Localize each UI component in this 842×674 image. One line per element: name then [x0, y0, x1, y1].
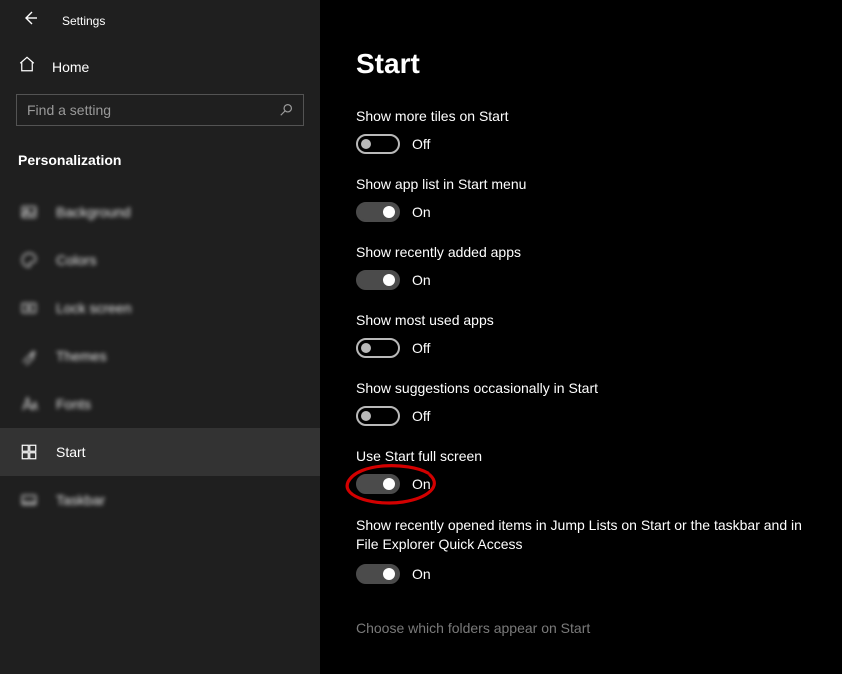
- toggle-state: On: [412, 204, 431, 220]
- toggle-state: Off: [412, 340, 430, 356]
- fonts-icon: [20, 395, 38, 413]
- toggle-recently-added[interactable]: [356, 270, 400, 290]
- search-input[interactable]: [16, 94, 304, 126]
- toggle-state: On: [412, 476, 431, 492]
- setting-label: Show suggestions occasionally in Start: [356, 380, 806, 396]
- setting-full-screen: Use Start full screen On: [356, 448, 806, 494]
- page-title: Start: [356, 48, 806, 80]
- home-label: Home: [52, 59, 89, 75]
- taskbar-icon: [20, 491, 38, 509]
- toggle-most-used[interactable]: [356, 338, 400, 358]
- setting-most-used: Show most used apps Off: [356, 312, 806, 358]
- start-icon: [20, 443, 38, 461]
- toggle-show-app-list[interactable]: [356, 202, 400, 222]
- toggle-show-more-tiles[interactable]: [356, 134, 400, 154]
- sidebar-item-taskbar[interactable]: Taskbar: [0, 476, 320, 524]
- background-icon: [20, 203, 38, 221]
- folders-link[interactable]: Choose which folders appear on Start: [356, 620, 590, 636]
- sidebar-item-label: Taskbar: [56, 492, 105, 508]
- setting-label: Show more tiles on Start: [356, 108, 806, 124]
- toggle-state: Off: [412, 136, 430, 152]
- toggle-state: Off: [412, 408, 430, 424]
- setting-label: Show recently added apps: [356, 244, 806, 260]
- toggle-full-screen[interactable]: [356, 474, 400, 494]
- setting-show-more-tiles: Show more tiles on Start Off: [356, 108, 806, 154]
- setting-label: Show most used apps: [356, 312, 806, 328]
- back-icon[interactable]: [22, 10, 38, 31]
- toggle-state: On: [412, 566, 431, 582]
- sidebar-item-themes[interactable]: Themes: [0, 332, 320, 380]
- setting-show-app-list: Show app list in Start menu On: [356, 176, 806, 222]
- sidebar-item-colors[interactable]: Colors: [0, 236, 320, 284]
- sidebar-item-label: Fonts: [56, 396, 91, 412]
- sidebar-item-label: Background: [56, 204, 131, 220]
- sidebar-item-background[interactable]: Background: [0, 188, 320, 236]
- setting-label: Use Start full screen: [356, 448, 806, 464]
- sidebar-item-lock-screen[interactable]: Lock screen: [0, 284, 320, 332]
- sidebar: Settings Home Personalization: [0, 0, 320, 674]
- search-icon: [279, 103, 293, 117]
- toggle-jump-lists[interactable]: [356, 564, 400, 584]
- main: Start Show more tiles on Start Off Show …: [320, 0, 842, 674]
- sidebar-item-label: Start: [56, 444, 86, 460]
- home-icon: [18, 55, 36, 78]
- themes-icon: [20, 347, 38, 365]
- setting-suggestions: Show suggestions occasionally in Start O…: [356, 380, 806, 426]
- sidebar-item-label: Lock screen: [56, 300, 131, 316]
- home-nav[interactable]: Home: [0, 45, 320, 88]
- setting-label: Show recently opened items in Jump Lists…: [356, 516, 806, 554]
- sidebar-item-label: Themes: [56, 348, 107, 364]
- setting-label: Show app list in Start menu: [356, 176, 806, 192]
- sidebar-item-fonts[interactable]: Fonts: [0, 380, 320, 428]
- topbar: Settings: [0, 0, 320, 45]
- search-field[interactable]: [27, 102, 267, 118]
- nav: Background Colors Lock screen Themes Fon…: [0, 188, 320, 524]
- toggle-suggestions[interactable]: [356, 406, 400, 426]
- setting-recently-added: Show recently added apps On: [356, 244, 806, 290]
- colors-icon: [20, 251, 38, 269]
- sidebar-item-start[interactable]: Start: [0, 428, 320, 476]
- sidebar-item-label: Colors: [56, 252, 96, 268]
- setting-jump-lists: Show recently opened items in Jump Lists…: [356, 516, 806, 584]
- app-title: Settings: [62, 14, 105, 28]
- section-header: Personalization: [0, 136, 320, 176]
- lock-screen-icon: [20, 299, 38, 317]
- toggle-state: On: [412, 272, 431, 288]
